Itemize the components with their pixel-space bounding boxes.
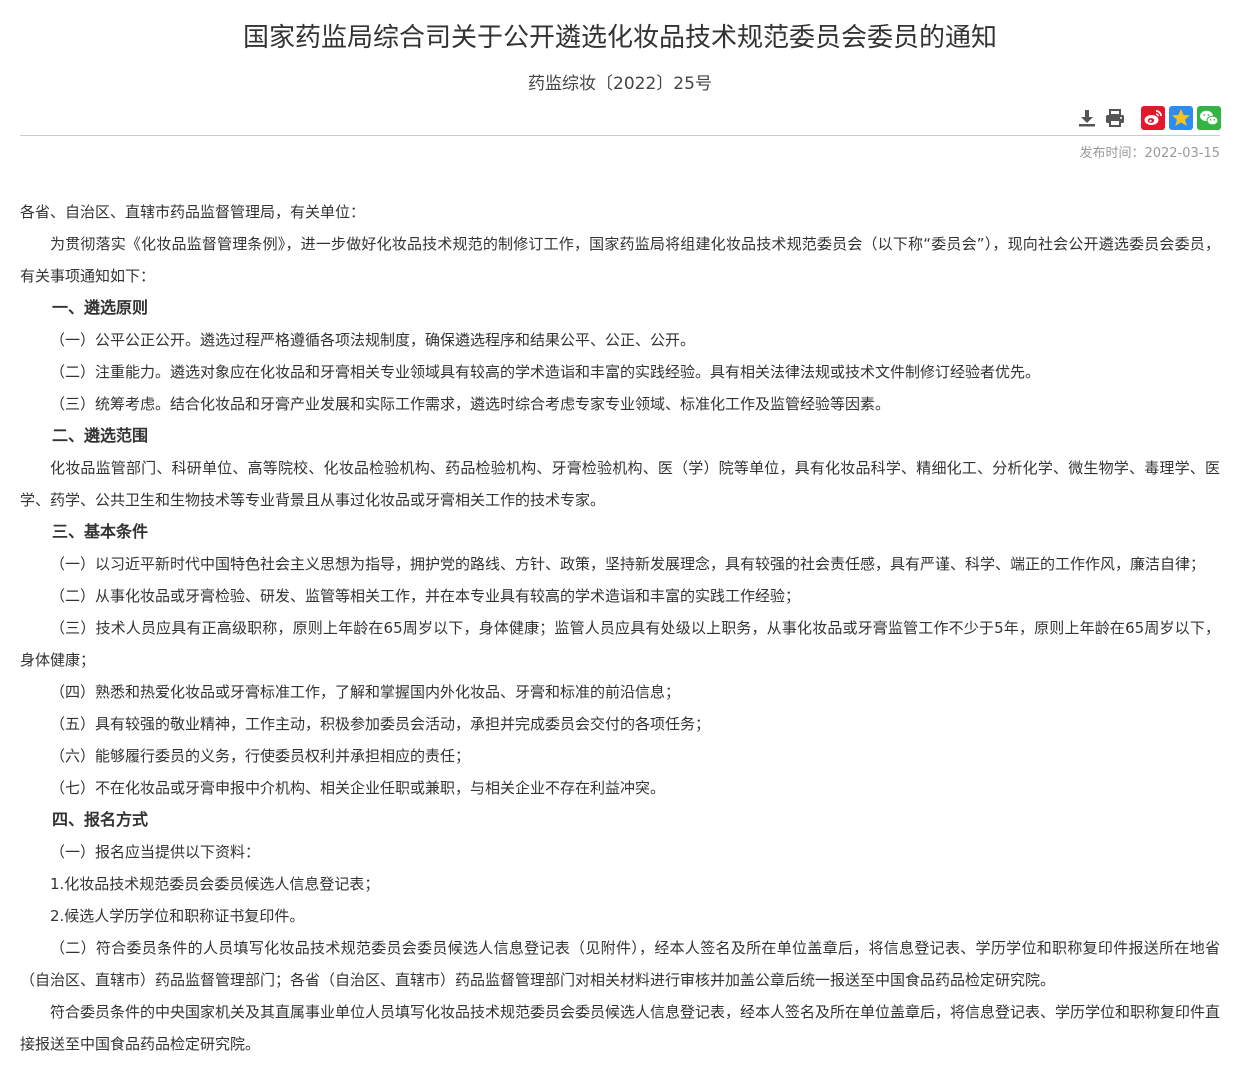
condition-item: （二）从事化妆品或牙膏检验、研发、监管等相关工作，并在本专业具有较高的学术造诣和… (50, 587, 801, 605)
section-heading-conditions: 三、基本条件 (52, 522, 149, 541)
intro-paragraph: 为贯彻落实《化妆品监督管理条例》，进一步做好化妆品技术规范的制修订工作，国家药监… (20, 235, 1220, 285)
condition-item: （一）以习近平新时代中国特色社会主义思想为指导，拥护党的路线、方针、政策，坚持新… (50, 555, 1206, 573)
section-heading-principles: 一、遴选原则 (52, 298, 149, 317)
registration-item: 2.候选人学历学位和职称证书复印件。 (50, 907, 305, 925)
print-icon[interactable] (1103, 106, 1127, 130)
wechat-icon[interactable] (1197, 106, 1221, 130)
principle-item: （一）公平公正公开。遴选过程严格遵循各项法规制度，确保遴选程序和结果公平、公正、… (50, 331, 696, 349)
article-body: 各省、自治区、直辖市药品监督管理局，有关单位： 为贯彻落实《化妆品监督管理条例》… (20, 196, 1220, 1060)
condition-item: （六）能够履行委员的义务，行使委员权利并承担相应的责任； (50, 747, 471, 765)
qzone-star-icon[interactable] (1169, 106, 1193, 130)
registration-item: （一）报名应当提供以下资料： (50, 843, 261, 861)
condition-item: （五）具有较强的敬业精神，工作主动，积极参加委员会活动，承担并完成委员会交付的各… (50, 715, 711, 733)
condition-item: （七）不在化妆品或牙膏申报中介机构、相关企业任职或兼职，与相关企业不存在利益冲突… (50, 779, 666, 797)
download-icon[interactable] (1075, 106, 1099, 130)
title-divider (20, 135, 1220, 136)
registration-item: （二）符合委员条件的人员填写化妆品技术规范委员会委员候选人信息登记表（见附件），… (20, 939, 1220, 989)
section-heading-registration: 四、报名方式 (52, 810, 149, 829)
condition-item: （四）熟悉和热爱化妆品或牙膏标准工作，了解和掌握国内外化妆品、牙膏和标准的前沿信… (50, 683, 681, 701)
article-toolbar (1075, 104, 1221, 132)
notice-page: 国家药监局综合司关于公开遴选化妆品技术规范委员会委员的通知 药监综妆〔2022〕… (0, 0, 1243, 1090)
document-number: 药监综妆〔2022〕25号 (528, 74, 712, 94)
publish-date: 发布时间：2022-03-15 (1079, 146, 1220, 161)
condition-item: （三）技术人员应具有正高级职称，原则上年龄在65周岁以下，身体健康；监管人员应具… (20, 619, 1220, 669)
salutation: 各省、自治区、直辖市药品监督管理局，有关单位： (20, 203, 366, 221)
principle-item: （二）注重能力。遴选对象应在化妆品和牙膏相关专业领域具有较高的学术造诣和丰富的实… (50, 363, 1041, 381)
registration-item: 1.化妆品技术规范委员会委员候选人信息登记表； (50, 875, 380, 893)
section-heading-scope: 二、遴选范围 (52, 426, 149, 445)
weibo-icon[interactable] (1141, 106, 1165, 130)
registration-item: 符合委员条件的中央国家机关及其直属事业单位人员填写化妆品技术规范委员会委员候选人… (20, 1003, 1221, 1053)
principle-item: （三）统筹考虑。结合化妆品和牙膏产业发展和实际工作需求，遴选时综合考虑专家专业领… (50, 395, 891, 413)
scope-paragraph: 化妆品监管部门、科研单位、高等院校、化妆品检验机构、药品检验机构、牙膏检验机构、… (20, 459, 1220, 509)
page-title: 国家药监局综合司关于公开遴选化妆品技术规范委员会委员的通知 (242, 23, 997, 53)
